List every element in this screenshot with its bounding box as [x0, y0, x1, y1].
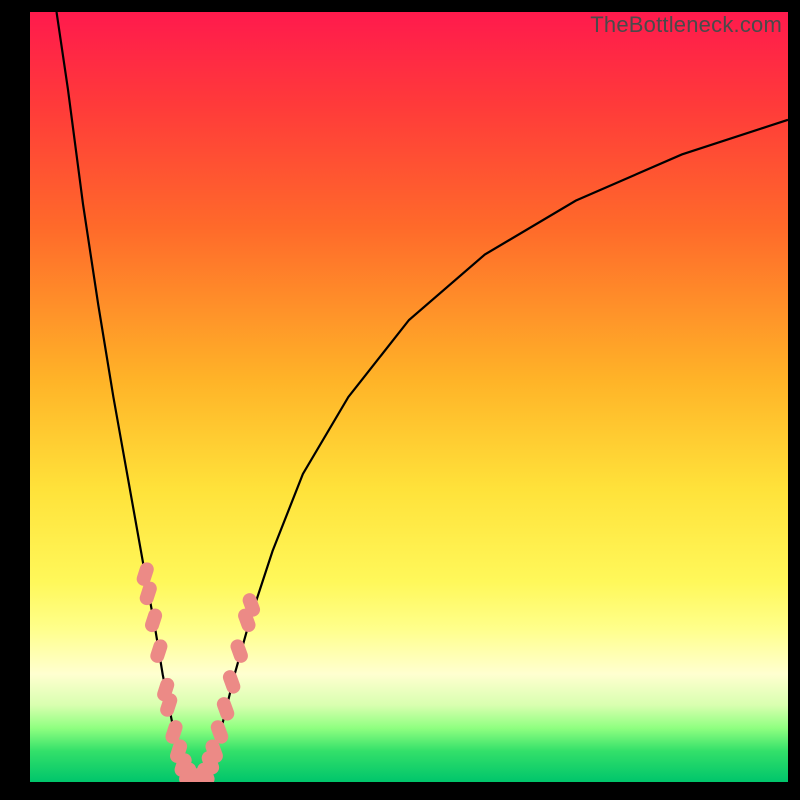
frame-border-right	[788, 0, 800, 800]
frame-border-top	[0, 0, 800, 12]
marker-group	[135, 561, 262, 782]
frame-border-bottom	[0, 782, 800, 800]
data-marker	[215, 695, 236, 722]
watermark-text: TheBottleneck.com	[590, 12, 782, 38]
chart-frame: TheBottleneck.com	[30, 12, 788, 782]
curve-group	[57, 12, 788, 780]
data-marker	[148, 638, 169, 665]
curve-left-branch	[57, 12, 187, 778]
data-marker	[143, 607, 164, 634]
curve-right-branch	[207, 120, 788, 778]
data-marker	[221, 668, 242, 695]
chart-svg	[30, 12, 788, 782]
data-marker	[229, 637, 250, 664]
frame-border-left	[0, 0, 30, 800]
